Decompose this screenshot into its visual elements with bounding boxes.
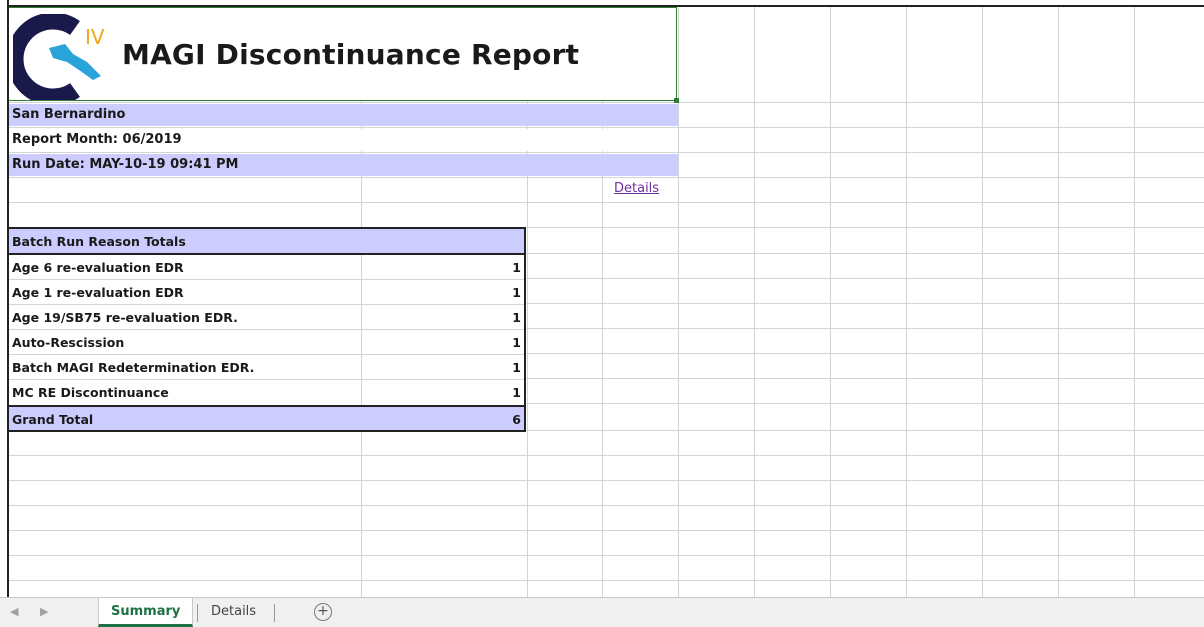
details-link[interactable]: Details [614,181,659,196]
row-gridline [9,177,1204,178]
cell-divider [361,305,362,329]
column-gridline [1058,7,1059,597]
column-gridline [1134,7,1135,597]
row-label: Batch MAGI Redetermination EDR. [12,360,255,375]
row-label: Age 19/SB75 re-evaluation EDR. [12,310,238,325]
row-gridline [9,555,1204,556]
cell-divider [361,355,362,379]
table-row[interactable]: MC RE Discontinuance 1 [9,380,524,405]
column-gridline [754,7,755,597]
row-gridline [9,202,1204,203]
report-title: MAGI Discontinuance Report [122,38,580,71]
row-gridline [9,152,1204,153]
row-value: 1 [512,335,521,350]
row-gridline [9,455,1204,456]
row-gridline [9,530,1204,531]
table-header-label: Batch Run Reason Totals [12,234,186,249]
california-map-icon [49,44,101,80]
row-gridline [9,102,1204,103]
county-name: San Bernardino [9,104,678,126]
grand-total-label: Grand Total [12,412,94,427]
column-gridline [830,7,831,597]
add-sheet-icon[interactable]: + [314,603,332,621]
column-gridline [678,7,679,597]
civ-logo: IV [13,14,105,100]
tab-divider [197,604,198,622]
svg-text:IV: IV [85,25,105,49]
cell-divider [361,255,362,279]
table-header: Batch Run Reason Totals [9,229,524,255]
scroll-tabs-left-icon[interactable]: ◀ [10,605,18,618]
tab-summary[interactable]: Summary [98,598,194,627]
fill-handle[interactable] [674,98,679,103]
row-value: 1 [512,310,521,325]
row-gridline [9,580,1204,581]
scroll-tabs-right-icon[interactable]: ▶ [40,605,48,618]
row-value: 1 [512,360,521,375]
table-row[interactable]: Age 6 re-evaluation EDR 1 [9,255,524,280]
batch-run-reason-table: Batch Run Reason Totals Age 6 re-evaluat… [9,227,526,432]
row-gridline [9,127,1204,128]
column-gridline [982,7,983,597]
tab-details[interactable]: Details [199,598,268,627]
table-row[interactable]: Age 19/SB75 re-evaluation EDR. 1 [9,305,524,330]
row-gridline [9,505,1204,506]
column-gridline [906,7,907,597]
table-row[interactable]: Age 1 re-evaluation EDR 1 [9,280,524,305]
table-row[interactable]: Auto-Rescission 1 [9,330,524,355]
report-month: Report Month: 06/2019 [9,129,678,151]
row-value: 1 [512,260,521,275]
report-title-cell[interactable]: IV MAGI Discontinuance Report [9,7,679,103]
sheet-tab-bar: ◀ ▶ Summary Details + [0,597,1204,627]
row-value: 1 [512,385,521,400]
table-row[interactable]: Batch MAGI Redetermination EDR. 1 [9,355,524,380]
grand-total-value: 6 [512,412,521,427]
tab-divider [274,604,275,622]
worksheet-grid[interactable]: IV MAGI Discontinuance Report San Bernar… [0,0,1204,597]
cell-divider [361,280,362,304]
row-label: Age 6 re-evaluation EDR [12,260,184,275]
cell-divider [361,330,362,354]
row-label: Auto-Rescission [12,335,125,350]
run-date: Run Date: MAY-10-19 09:41 PM [9,154,678,176]
row-value: 1 [512,285,521,300]
row-gridline [9,480,1204,481]
grand-total-row[interactable]: Grand Total 6 [9,405,524,430]
row-label: Age 1 re-evaluation EDR [12,285,184,300]
cell-divider [361,380,362,405]
row-label: MC RE Discontinuance [12,385,169,400]
